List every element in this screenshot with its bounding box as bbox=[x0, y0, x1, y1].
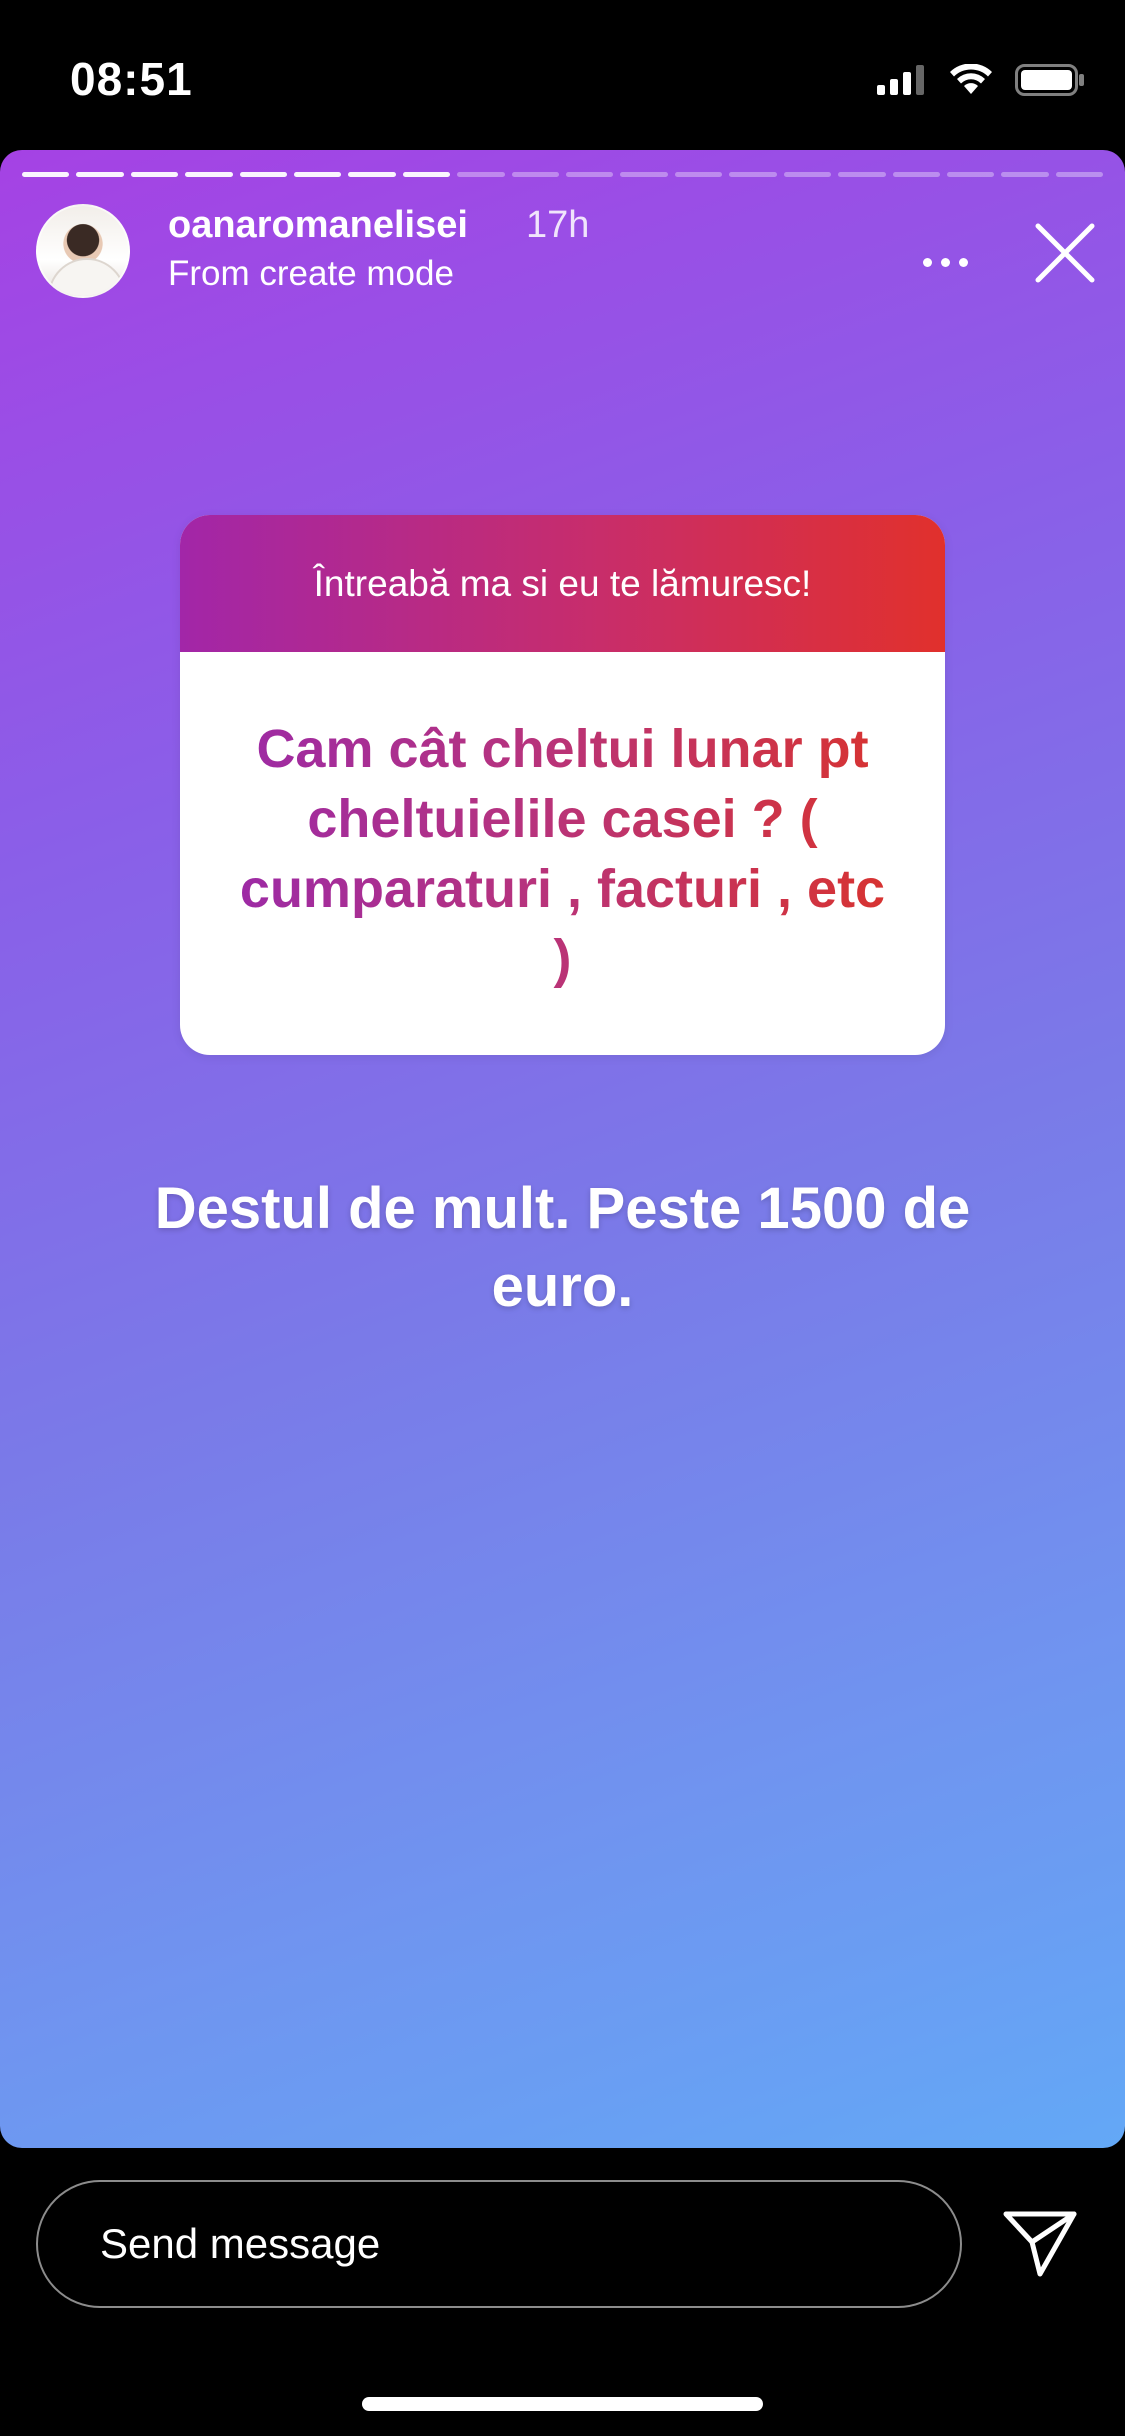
story-progress-segment bbox=[130, 172, 179, 177]
answer-text: Destul de mult. Peste 1500 de euro. bbox=[154, 1176, 971, 1319]
status-bar: 08:51 bbox=[0, 0, 1125, 150]
story-progress-segment bbox=[783, 172, 832, 177]
avatar[interactable] bbox=[36, 204, 130, 298]
story-screen: 08:51 oanaromanelisei 17h From create mo… bbox=[0, 0, 1125, 2436]
send-button[interactable] bbox=[1000, 2206, 1080, 2280]
story-progress-bar bbox=[22, 172, 1104, 177]
story-progress-segment bbox=[402, 172, 451, 177]
story-time-ago: 17h bbox=[526, 204, 590, 246]
question-sticker-header: Întreabă ma si eu te lămuresc! bbox=[180, 515, 945, 652]
battery-icon bbox=[1015, 64, 1084, 96]
story-subline: From create mode bbox=[168, 254, 454, 293]
story-progress-segment bbox=[185, 172, 233, 177]
story-progress-segment bbox=[1001, 172, 1049, 177]
question-sticker[interactable]: Întreabă ma si eu te lămuresc! Cam cât c… bbox=[180, 515, 945, 1055]
more-options-button[interactable] bbox=[910, 242, 980, 282]
cellular-signal-icon bbox=[877, 65, 924, 95]
story-progress-segment bbox=[1055, 172, 1104, 177]
close-button[interactable] bbox=[1030, 218, 1100, 288]
story-progress-segment bbox=[620, 172, 668, 177]
story-progress-segment bbox=[76, 172, 124, 177]
story-progress-segment bbox=[348, 172, 396, 177]
status-icons bbox=[877, 64, 1085, 96]
close-icon bbox=[1035, 223, 1095, 283]
story-progress-segment bbox=[838, 172, 886, 177]
story-progress-segment bbox=[239, 172, 288, 177]
send-message-input[interactable]: Send message bbox=[36, 2180, 962, 2308]
username[interactable]: oanaromanelisei bbox=[168, 204, 468, 247]
send-message-placeholder: Send message bbox=[100, 2220, 381, 2267]
story-progress-segment bbox=[674, 172, 723, 177]
more-horizontal-icon bbox=[922, 257, 932, 267]
story-progress-segment bbox=[294, 172, 342, 177]
more-horizontal-icon-dot bbox=[940, 257, 950, 267]
story-card[interactable]: oanaromanelisei 17h From create mode Înt… bbox=[0, 150, 1125, 2148]
story-progress-segment bbox=[22, 172, 70, 177]
wifi-icon bbox=[950, 64, 992, 94]
home-indicator bbox=[362, 2397, 763, 2411]
story-progress-segment bbox=[892, 172, 940, 177]
story-progress-segment bbox=[457, 172, 505, 177]
more-horizontal-icon-dot bbox=[958, 257, 968, 267]
question-sticker-body: Cam cât cheltui lunar pt cheltuielile ca… bbox=[180, 652, 945, 1055]
status-time: 08:51 bbox=[70, 53, 193, 105]
story-progress-segment bbox=[566, 172, 614, 177]
question-text: Cam cât cheltui lunar pt cheltuielile ca… bbox=[230, 714, 895, 994]
story-progress-segment bbox=[946, 172, 995, 177]
send-paper-plane-icon bbox=[1003, 2211, 1077, 2277]
story-progress-segment bbox=[511, 172, 560, 177]
story-progress-segment bbox=[729, 172, 777, 177]
